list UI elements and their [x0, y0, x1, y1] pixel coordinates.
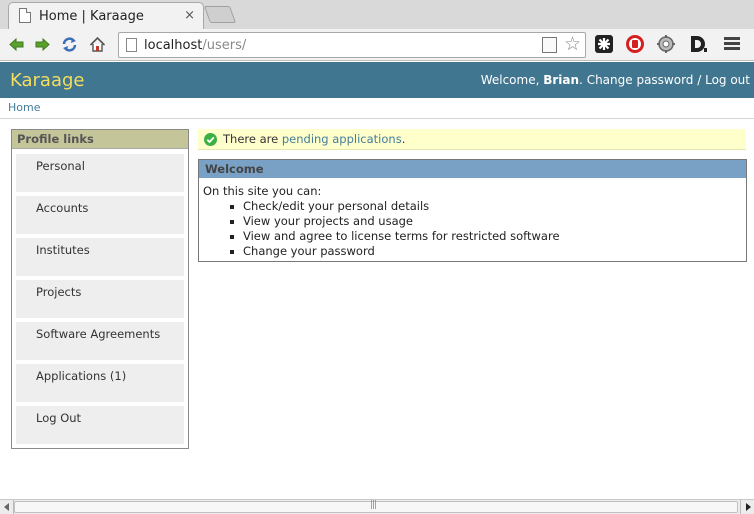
gear-extension-icon[interactable]: [656, 34, 676, 54]
scrollbar-thumb[interactable]: [14, 500, 738, 513]
site-title: Karaage: [10, 70, 85, 91]
browser-tab-strip: Home | Karaage ×: [0, 0, 754, 29]
user-tools: Welcome, Brian. Change password / Log ou…: [480, 73, 750, 87]
sidebar-item-software-agreements[interactable]: Software Agreements: [16, 322, 184, 360]
sidebar-item-institutes[interactable]: Institutes: [16, 238, 184, 276]
breadcrumb: Home: [0, 98, 754, 119]
browser-toolbar: localhost/users/ ☆: [0, 29, 754, 61]
change-password-link[interactable]: Change password: [587, 73, 694, 87]
user-name: Brian: [543, 73, 580, 87]
horizontal-scrollbar[interactable]: [0, 499, 754, 514]
home-icon[interactable]: [89, 36, 106, 53]
page-favicon-icon: [19, 8, 31, 23]
list-item: Check/edit your personal details: [230, 199, 560, 214]
address-bar[interactable]: localhost/users/ ☆: [118, 32, 586, 58]
profile-links-sidebar: Profile links Personal Accounts Institut…: [11, 129, 189, 449]
welcome-intro: On this site you can:: [203, 184, 322, 198]
back-icon[interactable]: [8, 36, 25, 53]
message-text: There are pending applications.: [223, 132, 406, 146]
welcome-list: Check/edit your personal details View yo…: [230, 199, 560, 259]
breadcrumb-home-link[interactable]: Home: [8, 101, 40, 114]
sidebar-item-personal[interactable]: Personal: [16, 154, 184, 192]
forward-icon[interactable]: [34, 36, 51, 53]
page-icon: [126, 38, 137, 52]
sidebar-item-projects[interactable]: Projects: [16, 280, 184, 318]
star-icon[interactable]: ☆: [564, 34, 581, 54]
menu-icon[interactable]: [724, 37, 740, 51]
tab-close-icon[interactable]: ×: [184, 8, 195, 23]
list-item: Change your password: [230, 244, 560, 259]
sidebar-item-log-out[interactable]: Log Out: [16, 406, 184, 444]
site-header: Karaage Welcome, Brian. Change password …: [0, 62, 754, 98]
sidebar-heading: Profile links: [12, 130, 188, 149]
tab-title: Home | Karaage: [39, 9, 144, 24]
list-item: View and agree to license terms for rest…: [230, 229, 560, 243]
list-item: View your projects and usage: [230, 214, 560, 229]
welcome-text: Welcome,: [480, 73, 544, 87]
welcome-heading: Welcome: [199, 160, 746, 178]
new-tab-button[interactable]: [203, 6, 237, 23]
reload-icon[interactable]: [61, 36, 78, 53]
page-action-icon[interactable]: [542, 37, 557, 53]
check-circle-icon: [204, 133, 217, 146]
sidebar-item-accounts[interactable]: Accounts: [16, 196, 184, 234]
logout-link[interactable]: Log out: [705, 73, 750, 87]
scroll-right-arrow-icon[interactable]: [740, 500, 754, 514]
d-extension-icon[interactable]: [688, 34, 708, 54]
url-text[interactable]: localhost/users/: [144, 38, 246, 53]
sidebar-item-applications[interactable]: Applications (1): [16, 364, 184, 402]
browser-tab[interactable]: Home | Karaage ×: [8, 2, 204, 29]
stop-extension-icon[interactable]: [625, 34, 645, 54]
info-message: There are pending applications.: [198, 129, 746, 150]
pending-applications-link[interactable]: pending applications: [282, 132, 402, 146]
puzzle-extension-icon[interactable]: [594, 34, 614, 54]
scroll-left-arrow-icon[interactable]: [0, 500, 14, 514]
welcome-panel: Welcome On this site you can: Check/edit…: [198, 159, 747, 262]
